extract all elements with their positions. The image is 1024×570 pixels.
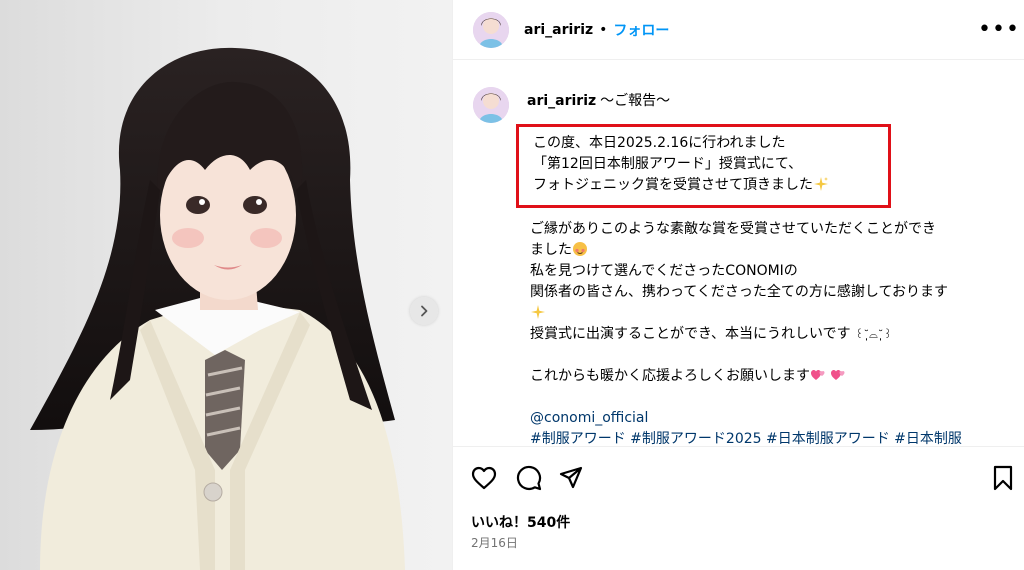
post-date[interactable]: 2月16日	[471, 534, 518, 551]
caption-text-line: 授賞式に出演することができ、本当にうれしいです	[530, 326, 851, 342]
more-icon: •••	[978, 17, 1020, 42]
caption: ari_aririz 〜ご報告〜	[473, 87, 1013, 123]
follow-button[interactable]: フォロー	[613, 20, 669, 40]
instagram-post: ari_aririz • フォロー ••• ari_aririz 〜ご報告〜 こ…	[0, 0, 1024, 570]
caption-first-line: ari_aririz 〜ご報告〜	[527, 92, 1013, 110]
comment-button[interactable]	[515, 464, 543, 492]
send-icon	[559, 466, 583, 489]
comment-icon	[516, 465, 542, 491]
save-button[interactable]	[989, 464, 1017, 492]
caption-avatar[interactable]	[473, 87, 509, 123]
caption-username[interactable]: ari_aririz	[527, 93, 596, 109]
header-username[interactable]: ari_aririz	[524, 22, 593, 38]
caption-paragraph-1: ご縁がありこのような素敵な賞を受賞させていただくことができ ました	[530, 219, 1016, 261]
two-hearts-icon	[811, 370, 825, 380]
avatar-image	[473, 11, 509, 48]
caption-text-line: これからも暖かく応援よろしくお願いします	[530, 368, 810, 384]
post-header: ari_aririz • フォロー •••	[453, 0, 1024, 60]
heart-icon	[471, 466, 497, 490]
caption-body: ari_aririz 〜ご報告〜	[527, 87, 1013, 123]
caption-paragraph-2: 私を見つけて選んでくださったCONOMIの関係者の皆さん、携わってくださった全て…	[530, 261, 1016, 324]
avatar[interactable]	[473, 11, 509, 48]
header-separator: •	[599, 21, 608, 38]
more-options-button[interactable]: •••	[978, 18, 1019, 42]
caption-emoticon: ꒰˘̩̩̩⌓˘̩̩̩꒱	[855, 328, 892, 341]
bookmark-icon	[993, 465, 1013, 491]
sparkles-icon	[531, 305, 545, 319]
chevron-right-icon	[421, 305, 428, 317]
avatar-image	[473, 87, 509, 123]
highlighted-announcement: この度、本日2025.2.16に行われました 「第12回日本制服アワード」授賞式…	[533, 133, 829, 196]
like-button[interactable]	[470, 464, 498, 492]
post-photo	[0, 0, 452, 570]
highlight-line-2: 「第12回日本制服アワード」授賞式にて、	[533, 156, 803, 172]
two-hearts-icon	[831, 370, 845, 380]
share-button[interactable]	[557, 464, 585, 492]
caption-paragraph-4: これからも暖かく応援よろしくお願いします	[530, 366, 1016, 387]
highlight-line-3: フォトジェニック賞を受賞させて頂きました	[533, 177, 813, 193]
blushing-face-icon	[573, 242, 587, 256]
action-bar	[453, 446, 1024, 506]
caption-paragraph-3: 授賞式に出演することができ、本当にうれしいです ꒰˘̩̩̩⌓˘̩̩̩꒱	[530, 324, 1016, 345]
next-media-button[interactable]	[410, 297, 438, 325]
caption-text-line: ご縁がありこのような素敵な賞を受賞させていただくことができ	[530, 221, 936, 237]
caption-text-line: ました	[530, 242, 572, 258]
caption-text-line: 関係者の皆さん、携わってくださった全ての方に感謝しております	[530, 284, 949, 300]
sparkles-icon	[814, 177, 828, 191]
caption-text-line: 私を見つけて選んでくださったCONOMIの	[530, 263, 798, 279]
post-media	[0, 0, 452, 570]
hashtags[interactable]: #制服アワード #制服アワード2025 #日本制服アワード #日本制服	[530, 429, 1016, 450]
likes-count[interactable]: いいね！540件	[471, 512, 570, 532]
mention-link[interactable]: @conomi_official	[530, 408, 1016, 429]
caption-text: ご縁がありこのような素敵な賞を受賞させていただくことができ ました 私を見つけて選…	[530, 219, 1016, 450]
caption-title: 〜ご報告〜	[600, 93, 671, 109]
highlight-line-1: この度、本日2025.2.16に行われました	[533, 135, 786, 151]
